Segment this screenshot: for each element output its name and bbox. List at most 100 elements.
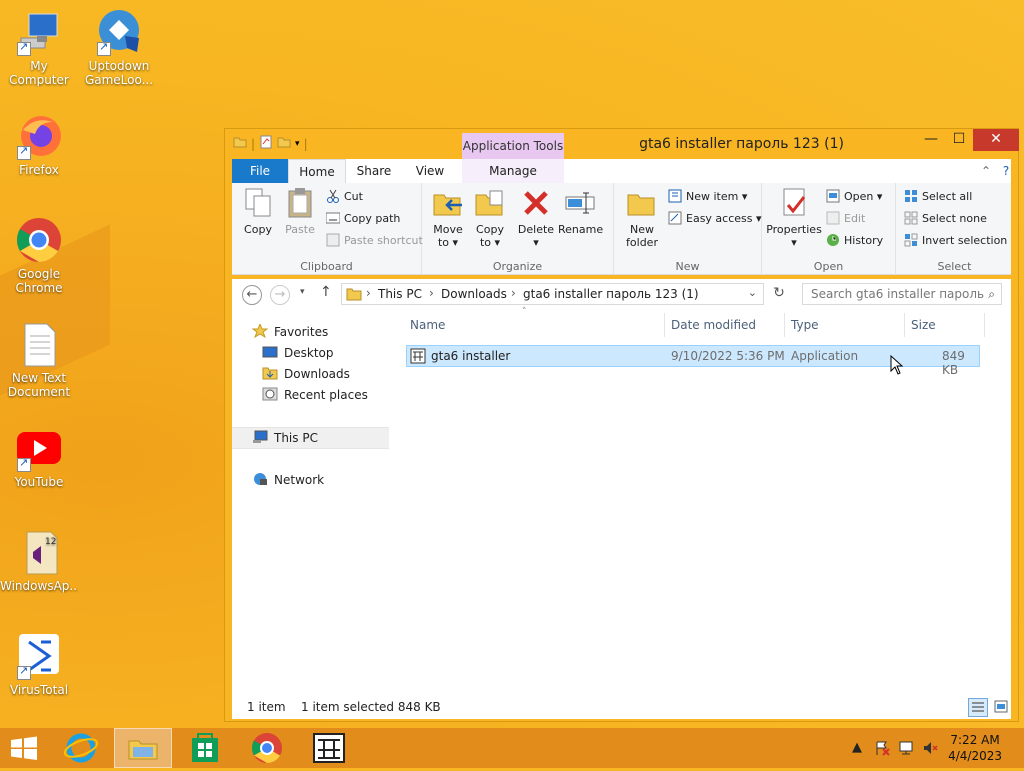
- new-folder-button[interactable]: New folder: [620, 187, 664, 249]
- back-button[interactable]: ←: [242, 285, 262, 305]
- column-header-date-modified[interactable]: Date modified: [671, 318, 756, 332]
- show-hidden-icons[interactable]: ▲: [852, 740, 862, 755]
- open-button[interactable]: Open ▾: [826, 187, 882, 207]
- network-tray-icon[interactable]: [898, 740, 914, 760]
- desktop-icon: [262, 345, 278, 359]
- ribbon-tabs: File Home Share View Manage ⌃ ?: [232, 159, 1011, 183]
- internet-explorer-taskbar-icon[interactable]: [52, 728, 110, 768]
- virustotal-icon: [15, 632, 63, 680]
- nav-this-pc[interactable]: This PC: [252, 428, 318, 448]
- history-button[interactable]: History: [826, 231, 883, 251]
- chrome-taskbar-icon[interactable]: [238, 728, 296, 768]
- desktop-icon-youtube[interactable]: YouTube: [0, 424, 78, 489]
- new-group-label: New: [675, 260, 700, 273]
- column-header-name[interactable]: Name: [410, 318, 445, 332]
- collapse-ribbon-icon[interactable]: ⌃: [976, 159, 996, 183]
- copy-path-button[interactable]: Copy path: [325, 209, 400, 229]
- column-header-type[interactable]: Type: [791, 318, 819, 332]
- title-bar[interactable]: | ▾ | Application Tools gta6 installer п…: [225, 129, 1019, 159]
- details-view-icon[interactable]: [968, 698, 988, 717]
- breadcrumb-separator[interactable]: ›: [429, 286, 434, 300]
- rename-button[interactable]: Rename: [558, 187, 603, 236]
- computer-icon: [252, 430, 268, 444]
- copy-to-button[interactable]: Copy to ▾: [470, 187, 510, 249]
- edit-button[interactable]: Edit: [826, 209, 865, 229]
- desktop-icon-virustotal[interactable]: VirusTotal: [0, 632, 78, 697]
- gta-installer-taskbar-icon[interactable]: [300, 728, 358, 768]
- forward-button[interactable]: →: [270, 285, 290, 305]
- select-none-button[interactable]: Select none: [904, 209, 987, 229]
- desktop-icon-new-text-document[interactable]: New Text Document: [0, 320, 78, 399]
- column-separator[interactable]: [784, 313, 785, 337]
- properties-button[interactable]: Properties ▾: [766, 187, 822, 249]
- desktop-icon-google-chrome[interactable]: Google Chrome: [0, 216, 78, 295]
- large-icons-view-icon[interactable]: [992, 698, 1012, 717]
- desktop-icon-uptodown[interactable]: Uptodown GameLoo...: [80, 8, 158, 87]
- svg-text:12: 12: [45, 537, 56, 547]
- tab-share[interactable]: Share: [346, 159, 402, 183]
- address-bar[interactable]: › This PC › Downloads › gta6 installer п…: [341, 283, 764, 305]
- maximize-button[interactable]: ☐: [945, 129, 973, 151]
- tab-view[interactable]: View: [402, 159, 458, 183]
- close-button[interactable]: ✕: [973, 129, 1019, 151]
- desktop-icon-firefox[interactable]: Firefox: [0, 112, 78, 177]
- paste-shortcut-button[interactable]: Paste shortcut: [326, 231, 423, 251]
- column-separator[interactable]: [664, 313, 665, 337]
- store-taskbar-icon[interactable]: [176, 728, 234, 768]
- help-icon[interactable]: ?: [996, 159, 1016, 183]
- invert-selection-button[interactable]: Invert selection: [904, 231, 1007, 251]
- breadcrumb-this-pc[interactable]: This PC: [378, 287, 422, 301]
- search-input[interactable]: Search gta6 installer пароль 1... ⌕: [802, 283, 1002, 321]
- easy-access-button[interactable]: Easy access ▾: [668, 209, 762, 229]
- select-all-button[interactable]: Select all: [904, 187, 972, 207]
- volume-muted-icon[interactable]: [922, 740, 938, 760]
- tab-file[interactable]: File: [232, 159, 288, 183]
- action-center-flag-icon[interactable]: [874, 740, 890, 760]
- history-label: History: [844, 234, 884, 247]
- nav-network[interactable]: Network: [252, 470, 324, 490]
- move-to-button[interactable]: Move to ▾: [428, 187, 468, 249]
- cut-button[interactable]: Cut: [326, 187, 363, 207]
- file-type: Application: [791, 349, 859, 363]
- breadcrumb-downloads[interactable]: Downloads: [441, 287, 507, 301]
- breadcrumb-current-folder[interactable]: gta6 installer пароль 123 (1): [523, 287, 699, 301]
- breadcrumb-separator[interactable]: ›: [366, 286, 371, 300]
- select-all-label: Select all: [922, 190, 973, 203]
- nav-favorites[interactable]: Favorites: [251, 322, 328, 342]
- new-item-button[interactable]: New item ▾: [668, 187, 747, 207]
- nav-desktop-label: Desktop: [284, 346, 334, 360]
- column-separator[interactable]: [904, 313, 905, 337]
- clock[interactable]: 7:22 AM 4/4/2023: [948, 732, 1002, 764]
- copy-button[interactable]: Copy: [238, 187, 278, 236]
- nav-recent-places[interactable]: Recent places: [262, 385, 368, 405]
- properties-label: Properties: [766, 223, 822, 236]
- delete-button[interactable]: Delete ▾: [516, 187, 556, 249]
- tab-home[interactable]: Home: [288, 159, 346, 183]
- desktop-icon-my-computer[interactable]: My Computer: [0, 8, 78, 87]
- nav-downloads[interactable]: Downloads: [262, 364, 350, 384]
- invert-selection-icon: [904, 233, 918, 247]
- desktop-icon-windowsapp[interactable]: 12 WindowsAp...: [0, 528, 78, 593]
- minimize-button[interactable]: —: [917, 129, 945, 151]
- organize-group-label: Organize: [492, 260, 543, 273]
- refresh-icon[interactable]: ↻: [768, 285, 790, 305]
- up-arrow-icon[interactable]: ↑: [320, 284, 332, 300]
- paste-button[interactable]: Paste: [280, 187, 320, 236]
- item-count: 1 item: [247, 700, 286, 714]
- copy-to-label: Copy: [476, 223, 504, 236]
- nav-desktop[interactable]: Desktop: [262, 343, 334, 363]
- tab-manage[interactable]: Manage: [462, 159, 564, 183]
- new-folder-icon: [626, 187, 658, 219]
- select-all-icon: [904, 189, 918, 203]
- edit-label: Edit: [844, 212, 866, 225]
- paste-icon: [284, 187, 316, 219]
- file-explorer-taskbar-icon[interactable]: [114, 728, 172, 768]
- column-separator[interactable]: [984, 313, 985, 337]
- start-button[interactable]: [0, 728, 58, 768]
- column-header-size[interactable]: Size: [911, 318, 936, 332]
- address-dropdown-icon[interactable]: ⌄: [748, 286, 757, 299]
- nav-this-pc-label: This PC: [274, 431, 318, 445]
- recent-locations-icon[interactable]: ▾: [300, 287, 305, 297]
- breadcrumb-separator[interactable]: ›: [511, 286, 516, 300]
- search-icon[interactable]: ⌕: [988, 284, 995, 304]
